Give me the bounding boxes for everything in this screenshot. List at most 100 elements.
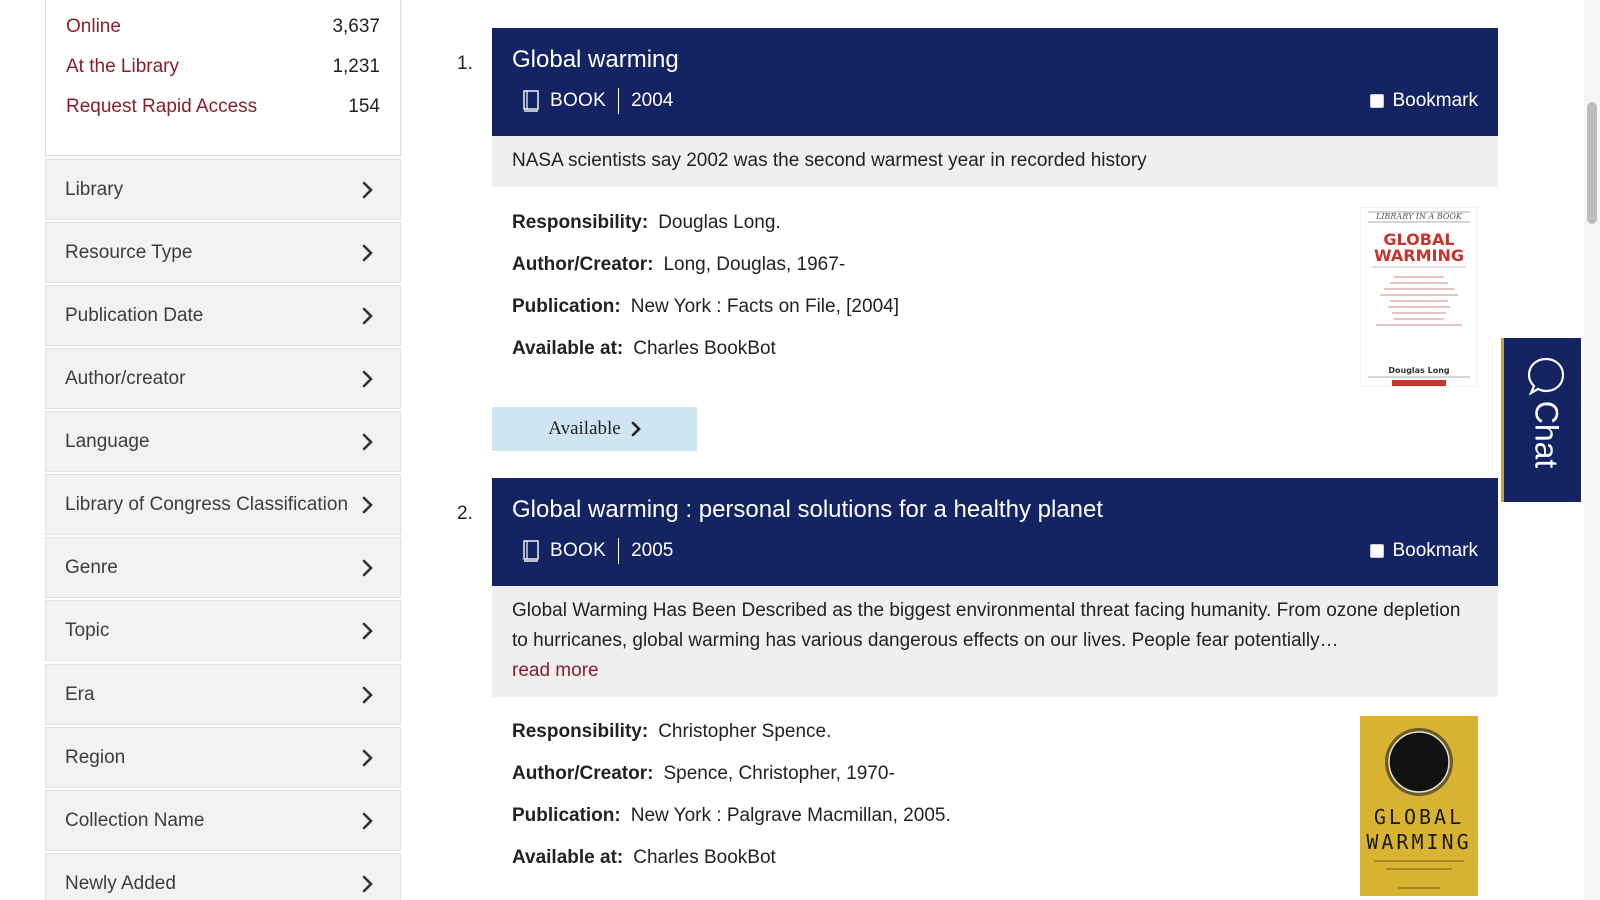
facet-loc-classification[interactable]: Library of Congress Classification [45,474,401,535]
chevron-right-icon [362,244,373,261]
cover-title-line2: WARMING [1374,246,1464,265]
detail-value: Charles BookBot [633,847,776,868]
facet-region[interactable]: Region [45,727,401,788]
cover-series: LIBRARY IN A BOOK [1375,212,1463,221]
detail-label: Available at: [512,338,624,359]
availability-button-label: Available [548,418,621,439]
book-cover-image[interactable]: GLOBAL WARMING [1360,716,1478,896]
cover-title-line2: WARMING [1366,830,1471,854]
facet-label: Newly Added [65,872,176,894]
bookmark-label: Bookmark [1392,540,1478,561]
detail-author: Author/Creator: Spence, Christopher, 1970… [512,763,895,785]
facet-label: Author/creator [65,367,186,389]
detail-value: New York : Facts on File, [2004] [630,296,899,317]
publication-year: 2004 [631,90,674,111]
detail-available-at: Available at: Charles BookBot [512,338,776,360]
page-scrollbar[interactable] [1584,0,1600,900]
chat-label: Chat [1528,400,1565,469]
detail-publication: Publication: New York : Facts on File, [2… [512,296,899,318]
result-number: 1. [457,53,473,74]
cover-title-line1: GLOBAL [1374,805,1464,829]
bookmark-checkbox[interactable] [1370,94,1385,108]
resource-type: BOOK [550,90,607,111]
detail-label: Responsibility: [512,212,649,233]
availability-label[interactable]: Online [66,16,121,38]
availability-count: 3,637 [332,16,380,37]
meta-divider [618,538,620,564]
detail-value: Christopher Spence. [658,721,832,742]
result-header: Global warming : personal solutions for … [492,478,1498,586]
bookmark-checkbox[interactable] [1370,544,1385,558]
facet-topic[interactable]: Topic [45,600,401,661]
facet-resource-type[interactable]: Resource Type [45,222,401,283]
cover-author: Douglas Long [1388,366,1450,375]
facet-publication-date[interactable]: Publication Date [45,285,401,346]
summary-text: NASA scientists say 2002 was the second … [512,150,1147,171]
facet-label: Topic [65,619,110,641]
book-cover-image[interactable]: LIBRARY IN A BOOK GLOBAL WARMING Douglas… [1360,207,1478,387]
facet-collection-name[interactable]: Collection Name [45,790,401,851]
resource-type: BOOK [550,540,607,561]
availability-online[interactable]: Online 3,637 [66,12,380,42]
chevron-right-icon [362,622,373,639]
result-summary: NASA scientists say 2002 was the second … [492,136,1498,187]
facet-genre[interactable]: Genre [45,537,401,598]
chevron-right-icon [362,875,373,892]
availability-label[interactable]: Request Rapid Access [66,96,257,118]
result-title[interactable]: Global warming : personal solutions for … [512,496,1103,524]
bookmark-label: Bookmark [1392,90,1478,111]
detail-available-at: Available at: Charles BookBot [512,847,776,869]
detail-author: Author/Creator: Long, Douglas, 1967- [512,254,845,276]
detail-value: Long, Douglas, 1967- [663,254,846,275]
facet-label: Library of Congress Classification [65,493,349,515]
chevron-right-icon [362,307,373,324]
facet-author-creator[interactable]: Author/creator [45,348,401,409]
result-summary: Global Warming Has Been Described as the… [492,586,1498,697]
publication-year: 2005 [631,540,674,561]
detail-label: Author/Creator: [512,763,654,784]
facet-library[interactable]: Library [45,159,401,220]
detail-label: Author/Creator: [512,254,654,275]
chevron-right-icon [362,559,373,576]
detail-publication: Publication: New York : Palgrave Macmilla… [512,805,951,827]
detail-value: Spence, Christopher, 1970- [663,763,895,784]
availability-at-library[interactable]: At the Library 1,231 [66,52,380,82]
read-more-link[interactable]: read more [512,656,1478,686]
availability-count: 154 [348,96,380,117]
chevron-right-icon [362,686,373,703]
meta-divider [618,88,620,114]
detail-label: Publication: [512,296,621,317]
detail-responsibility: Responsibility: Christopher Spence. [512,721,831,743]
result-header: Global warming BOOK 2004 Bookmark [492,28,1498,136]
book-icon [523,90,539,112]
bookmark-toggle[interactable]: Bookmark [1370,540,1478,562]
result-number: 2. [457,503,473,524]
result-meta: BOOK 2005 [522,538,673,564]
detail-responsibility: Responsibility: Douglas Long. [512,212,781,234]
availability-label[interactable]: At the Library [66,56,179,78]
bookmark-toggle[interactable]: Bookmark [1370,90,1478,112]
chat-button[interactable]: Chat [1501,338,1581,502]
result-title[interactable]: Global warming [512,46,679,74]
chevron-right-icon [362,370,373,387]
facet-newly-added[interactable]: Newly Added [45,853,401,900]
availability-button[interactable]: Available [492,407,697,451]
detail-value: Charles BookBot [633,338,776,359]
book-icon [523,540,539,562]
summary-text: Global Warming Has Been Described as the… [512,600,1461,651]
chevron-right-icon [362,496,373,513]
facet-language[interactable]: Language [45,411,401,472]
facet-era[interactable]: Era [45,664,401,725]
chat-bubble-icon [1527,357,1565,396]
facet-label: Resource Type [65,241,193,263]
scrollbar-thumb[interactable] [1587,102,1597,224]
chevron-right-icon [362,812,373,829]
availability-count: 1,231 [332,56,380,77]
availability-rapid-access[interactable]: Request Rapid Access 154 [66,92,380,122]
detail-value: New York : Palgrave Macmillan, 2005. [630,805,951,826]
chevron-right-icon [362,433,373,450]
facet-label: Publication Date [65,304,204,326]
chevron-right-icon [631,421,641,437]
chevron-right-icon [362,749,373,766]
detail-label: Available at: [512,847,624,868]
